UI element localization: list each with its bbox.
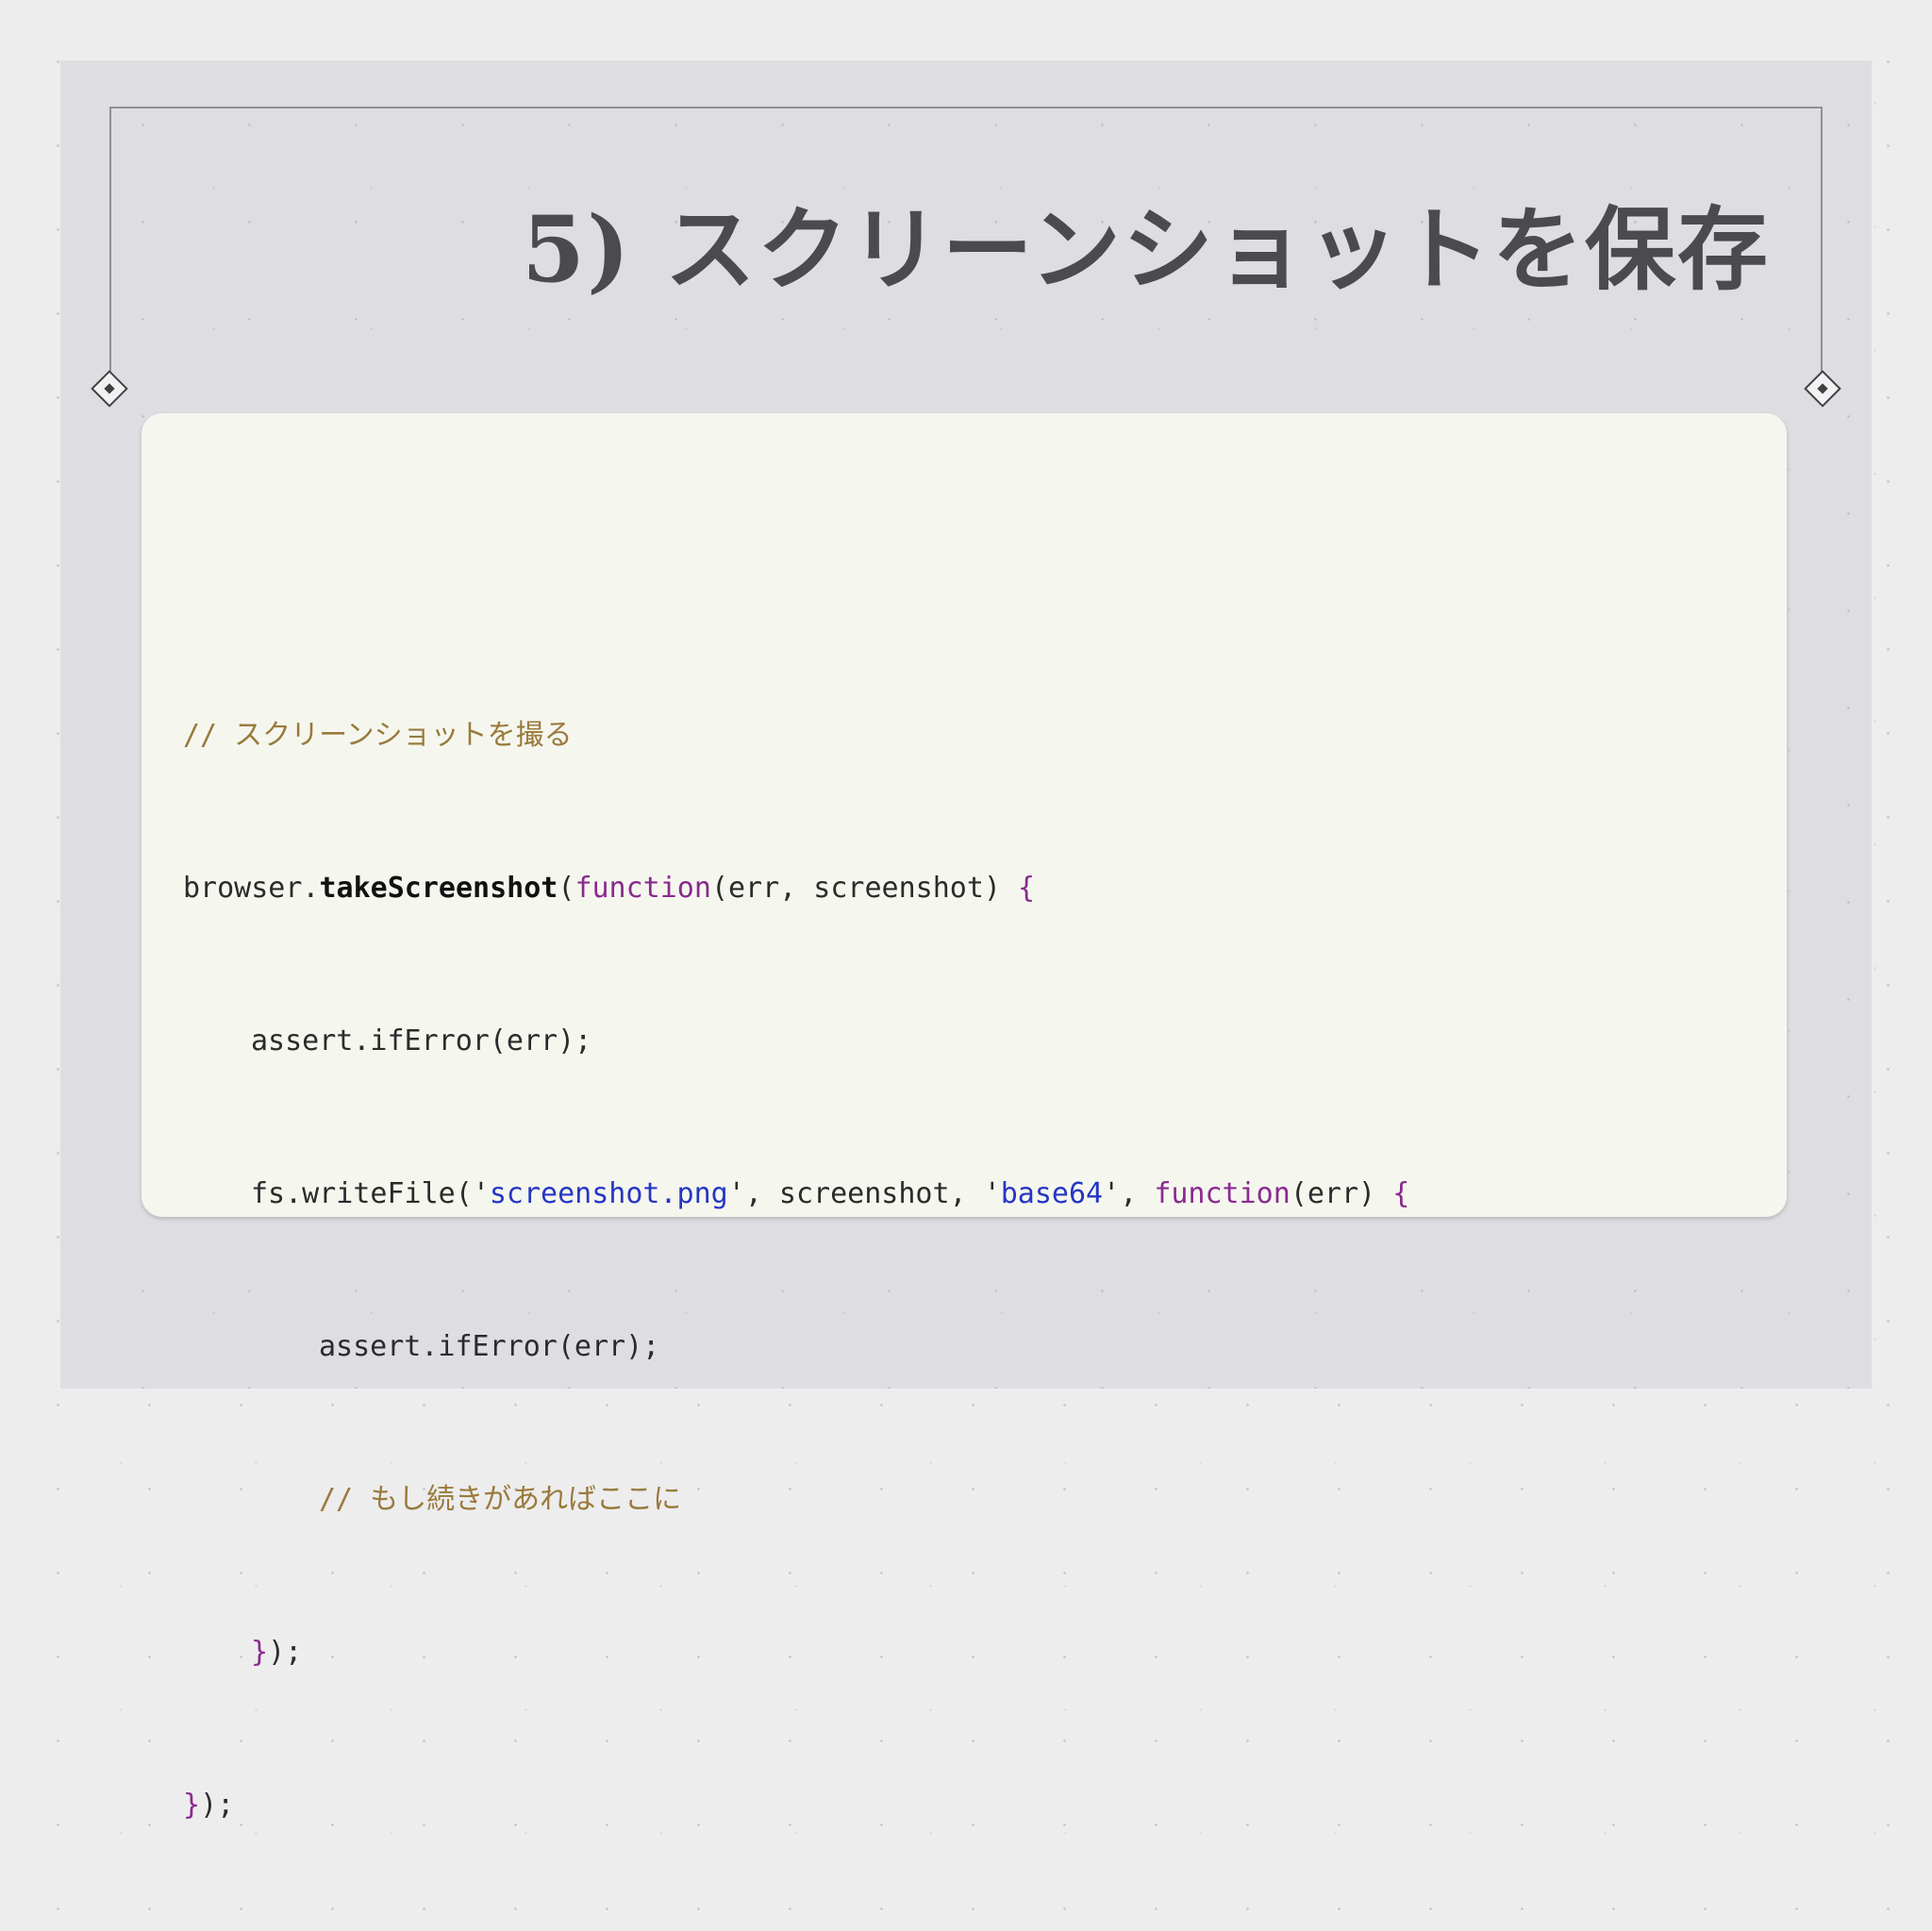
code-block-card: // スクリーンショットを撮る browser.takeScreenshot(f… [142, 413, 1787, 1822]
code-listing: // スクリーンショットを撮る browser.takeScreenshot(f… [183, 609, 1409, 1931]
code-token: ' [727, 1177, 745, 1210]
code-token: browser. [183, 872, 320, 905]
code-comment: // もし続きがあればここに [319, 1483, 682, 1516]
code-token: fs.writeFile( [251, 1177, 473, 1210]
code-brace: { [1392, 1177, 1410, 1210]
code-token: assert.ifError(err); [251, 1024, 592, 1057]
code-string: base64 [1000, 1177, 1104, 1210]
code-keyword: function [1154, 1177, 1291, 1210]
code-line-8: }); [183, 1778, 1409, 1832]
code-method-name: takeScreenshot [319, 872, 558, 905]
code-token: ' [1103, 1177, 1121, 1210]
code-token: ); [268, 1636, 303, 1669]
code-brace: } [183, 1789, 201, 1822]
code-token: (err) [1290, 1177, 1393, 1210]
code-token: ( [558, 872, 575, 905]
code-line-6: // もし続きがあればここに [183, 1473, 1409, 1526]
code-line-7: }); [183, 1625, 1409, 1679]
code-line-2: browser.takeScreenshot(function(err, scr… [183, 861, 1409, 915]
code-keyword: function [575, 872, 711, 905]
code-string: screenshot.png [489, 1177, 728, 1210]
code-line-4: fs.writeFile('screenshot.png', screensho… [183, 1167, 1409, 1221]
code-comment: // スクリーンショットを撮る [183, 719, 573, 752]
slide: 5) スクリーンショットを保存 // スクリーンショットを撮る browser.… [60, 60, 1872, 1822]
code-line-5: assert.ifError(err); [183, 1320, 1409, 1373]
code-token: assert.ifError(err); [319, 1330, 660, 1363]
code-token: (err, screenshot) [710, 872, 1019, 905]
code-token: ); [200, 1789, 235, 1822]
code-brace: } [251, 1636, 269, 1669]
code-brace: { [1018, 872, 1036, 905]
code-token: ' [472, 1177, 490, 1210]
code-line-1: // スクリーンショットを撮る [183, 708, 1409, 762]
slide-title: 5) スクリーンショットを保存 [522, 196, 1770, 303]
code-token: ' [983, 1177, 1001, 1210]
code-token: , screenshot, [744, 1177, 984, 1210]
code-line-3: assert.ifError(err); [183, 1014, 1409, 1068]
code-token: , [1120, 1177, 1155, 1210]
